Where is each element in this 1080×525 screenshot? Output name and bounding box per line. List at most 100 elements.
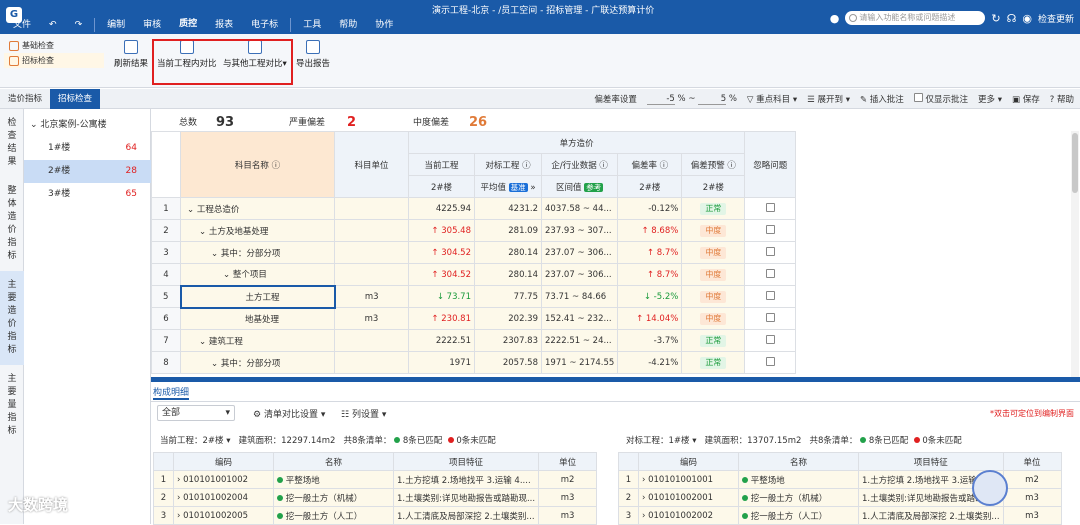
save-button[interactable]: ▣ 保存 — [1012, 93, 1040, 105]
function-search-input[interactable]: 请输入功能名称或问题描述 — [845, 11, 986, 25]
menu-collab[interactable]: 协作 — [366, 15, 402, 35]
name-cell: 平整场地 — [738, 470, 859, 489]
deviation-high-input[interactable]: 5 — [698, 94, 727, 105]
tab-cost-index[interactable]: 造价指标 — [0, 89, 50, 109]
more-dropdown[interactable]: 更多 ▾ — [978, 93, 1002, 105]
grid-row[interactable]: 6 地基处理 m3 ↑ 230.81 202.39 152.41 ~ 232... ↑ 14… — [151, 307, 797, 330]
match-dot-icon — [742, 476, 748, 483]
ignore-checkbox-cell[interactable] — [744, 197, 797, 220]
export-report-button[interactable]: 导出报告 — [296, 40, 330, 69]
menu-tools[interactable]: 工具 — [294, 15, 330, 35]
highlight-box — [152, 39, 293, 85]
grid-row[interactable]: 8 ⌄ 其中：分部分项 1971 2057.58 1971 ~ 2174.55 -4.21… — [151, 351, 797, 374]
vnav-main-cost-index[interactable]: 主要造价指标 — [0, 271, 24, 365]
file-menu[interactable]: 文件 — [4, 15, 40, 35]
list-row[interactable]: 3 › 010101002002 挖一般土方（人工） 1.人工清底及局部深挖 2.土… — [618, 506, 1062, 525]
assistant-robot-icon[interactable] — [972, 470, 1008, 506]
warning-cell: 正常 — [681, 329, 746, 352]
vertical-nav: 检查结果 整体造价指标 主要造价指标 主要量指标 — [0, 109, 24, 524]
globe-icon[interactable]: ● — [830, 12, 840, 25]
grid-row[interactable]: 1 ⌄ 工程总造价 4225.94 4231.2 4037.58 ~ 44... -0.1… — [151, 197, 797, 220]
subject-name-cell[interactable]: 土方工程 — [179, 284, 336, 309]
headset-icon[interactable]: ☊ — [1007, 12, 1017, 25]
grid-scrollbar[interactable] — [1071, 131, 1079, 377]
severe-count: 2 — [347, 115, 357, 130]
help-button[interactable]: ? 帮助 — [1050, 93, 1074, 105]
ignore-checkbox-cell[interactable] — [744, 351, 797, 374]
user-icon[interactable]: ◉ — [1022, 12, 1032, 25]
grid-row[interactable]: 4 ⌄ 整个项目 ↑ 304.52 280.14 237.07 ~ 306... ↑ 8.… — [151, 263, 797, 286]
menu-help[interactable]: 帮助 — [330, 15, 366, 35]
deviation-cell: -4.21% — [617, 351, 683, 374]
ignore-checkbox-cell[interactable] — [744, 241, 797, 264]
subject-name-cell[interactable]: ⌄ 工程总造价 — [180, 197, 335, 220]
tab-composition-detail[interactable]: 构成明细 — [153, 385, 190, 400]
unit-cell: m2 — [538, 470, 598, 489]
save-icon: ▣ — [1012, 95, 1021, 105]
refresh-icon[interactable]: ↻ — [991, 12, 1000, 25]
filter-select[interactable]: 全部 ▾ — [157, 405, 235, 421]
bid-check-item[interactable]: 招标检查 — [4, 53, 104, 68]
subject-name-cell[interactable]: ⌄ 其中：分部分项 — [180, 241, 335, 264]
grid-row[interactable]: 2 ⌄ 土方及地基处理 ↑ 305.48 281.09 237.93 ~ 307... ↑… — [151, 219, 797, 242]
list-row[interactable]: 1 › 010101001002 平整场地 1.土方挖填 2.场地找平 3.运输 4… — [153, 470, 598, 489]
deviation-low-input[interactable]: -5 — [646, 94, 675, 105]
subject-name-cell[interactable]: ⌄ 土方及地基处理 — [180, 219, 335, 242]
warning-badge: 中度 — [700, 268, 727, 281]
vnav-overall-index[interactable]: 整体造价指标 — [0, 177, 24, 271]
expand-to-dropdown[interactable]: ☰ 展开到 ▾ — [807, 93, 850, 105]
row-index: 2 — [151, 219, 181, 242]
tree-item-2[interactable]: 2#楼 28 — [24, 160, 151, 183]
ignore-checkbox-cell[interactable] — [744, 219, 797, 242]
tree-root[interactable]: ⌄ 北京案例-公寓楼 — [24, 114, 151, 137]
ignore-checkbox-cell[interactable] — [744, 263, 797, 286]
code-cell: › 010101002001 — [638, 488, 739, 507]
only-notes-checkbox[interactable]: 仅显示批注 — [913, 93, 968, 105]
subject-name-cell[interactable]: ⌄ 建筑工程 — [180, 329, 335, 352]
menu-qc[interactable]: 质控 — [170, 14, 207, 36]
list-row[interactable]: 3 › 010101002005 挖一般土方（人工） 1.人工清底及局部深挖 2.土… — [153, 506, 598, 525]
industry-range-cell: 237.07 ~ 306... — [540, 263, 619, 286]
list-row[interactable]: 2 › 010101002004 挖一般土方（机械） 1.土壤类别:详见地勘报告或踏… — [153, 488, 598, 507]
chevron-down-icon: ⌄ — [211, 358, 221, 369]
title-bar: G 演示工程-北京 - /员工空间 - 招标管理 - 广联达预算计价 文件 ↶ … — [0, 0, 1080, 36]
ignore-checkbox — [765, 246, 775, 256]
basic-check-item[interactable]: 基础检查 — [4, 38, 104, 53]
warning-cell: 中度 — [681, 263, 746, 286]
ignore-checkbox-cell[interactable] — [744, 307, 797, 330]
refresh-results-button[interactable]: 刷新结果 — [114, 40, 148, 69]
col-subject-name: 科目名称 ⓘ — [180, 131, 335, 198]
ignore-checkbox-cell[interactable] — [744, 285, 797, 308]
tree-item-3[interactable]: 3#楼 65 — [24, 183, 151, 206]
code-cell: › 010101001001 — [638, 470, 739, 489]
menu-ebid[interactable]: 电子标 — [242, 15, 287, 35]
warning-badge: 中度 — [700, 224, 727, 237]
key-subject-filter[interactable]: ▽ 重点科目 ▾ — [747, 93, 797, 105]
subject-name-cell[interactable]: 地基处理 — [180, 307, 335, 330]
grid-row[interactable]: 7 ⌄ 建筑工程 2222.51 2307.83 2222.51 ~ 24... -3.7… — [151, 329, 797, 352]
tab-bid-check[interactable]: 招标检查 — [50, 89, 101, 109]
subject-name-cell[interactable]: ⌄ 整个项目 — [180, 263, 335, 286]
undo-icon[interactable]: ↶ — [40, 15, 66, 35]
current-cost-cell: ↑ 305.48 — [408, 219, 475, 242]
insert-note-button[interactable]: ✎ 插入批注 — [860, 93, 904, 105]
vnav-check-results[interactable]: 检查结果 — [0, 109, 24, 177]
row-index: 3 — [151, 241, 181, 264]
deviation-cell: ↑ 14.04% — [617, 307, 683, 330]
redo-icon[interactable]: ↷ — [66, 15, 92, 35]
check-update-button[interactable]: 检查更新 — [1038, 12, 1074, 25]
tree-item-1[interactable]: 1#楼 64 — [24, 137, 151, 160]
grid-row[interactable]: 3 ⌄ 其中：分部分项 ↑ 304.52 280.14 237.07 ~ 306... ↑… — [151, 241, 797, 264]
column-settings-button[interactable]: ☷ 列设置 ▾ — [341, 407, 386, 420]
left-compare-info: 当前工程：2#楼 ▾ 建筑面积：12297.14m2 共8条清单： 8条已匹配 … — [160, 436, 496, 446]
current-cost-cell: 2222.51 — [408, 329, 475, 352]
grid-row[interactable]: 5 土方工程 m3 ↓ 73.71 77.75 73.71 ~ 84.66 ↓ -5.2% 中… — [151, 284, 797, 309]
subject-name-cell[interactable]: ⌄ 其中：分部分项 — [180, 351, 335, 374]
vnav-main-qty-index[interactable]: 主要量指标 — [0, 365, 24, 446]
menu-report[interactable]: 报表 — [206, 15, 242, 35]
warning-cell: 中度 — [681, 285, 746, 308]
menu-review[interactable]: 审核 — [134, 15, 170, 35]
menu-edit[interactable]: 编制 — [98, 15, 134, 35]
compare-settings-button[interactable]: ⚙ 清单对比设置 ▾ — [253, 407, 325, 420]
ignore-checkbox-cell[interactable] — [744, 329, 797, 352]
